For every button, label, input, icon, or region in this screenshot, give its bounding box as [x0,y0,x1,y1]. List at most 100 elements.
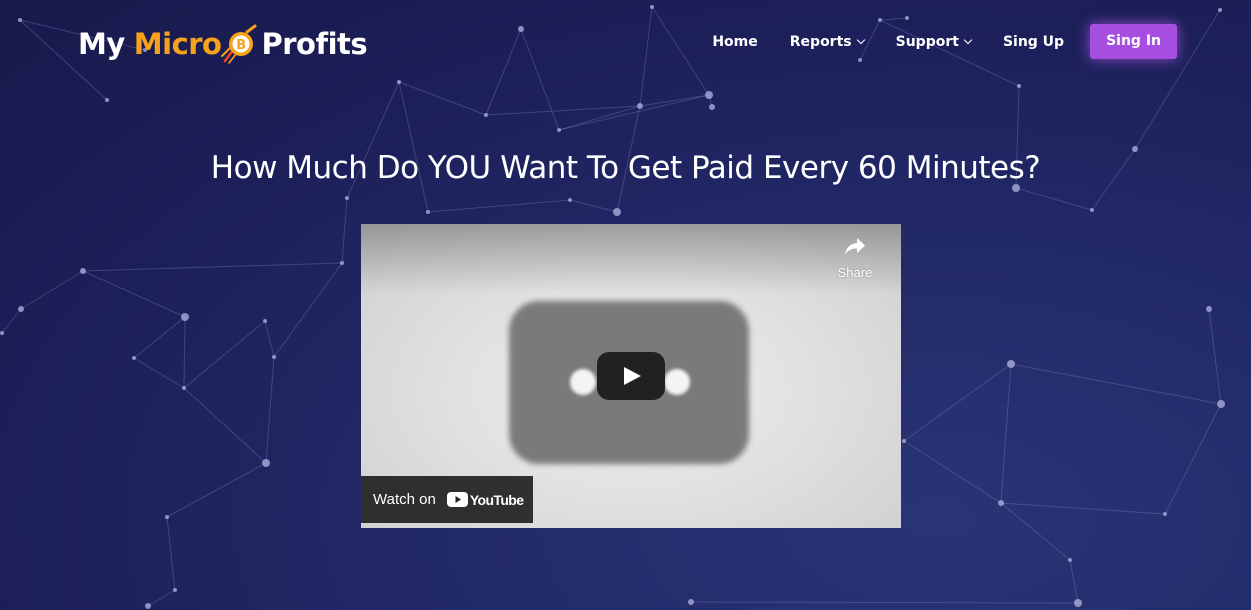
network-line [569,199,618,213]
network-node [426,210,430,214]
network-line [485,105,641,116]
network-node [173,588,177,592]
share-button[interactable]: Share [825,236,885,280]
logo-word-micro: Micro [133,27,222,61]
youtube-video-embed[interactable]: Share Watch on YouTube [361,224,901,528]
nav-home-label: Home [712,33,758,50]
network-line [639,94,710,107]
network-node [1017,84,1021,88]
network-node [878,18,882,22]
network-line [520,28,560,131]
network-line [485,28,522,116]
network-node [165,515,169,519]
network-line [903,363,1012,442]
network-node [650,5,654,9]
network-node [905,16,909,20]
youtube-play-icon [446,492,468,507]
network-node [1218,8,1222,12]
network-node [263,319,267,323]
network-node [484,113,488,117]
network-node [557,128,561,132]
network-line [398,81,429,213]
nav-signup[interactable]: Sing Up [1003,34,1064,50]
nav-signup-label: Sing Up [1002,33,1065,50]
network-line [183,387,267,464]
network-node [132,356,136,360]
network-node [1217,400,1225,408]
network-line [133,316,186,359]
network-line [651,6,710,96]
chevron-down-icon [856,35,865,45]
network-line [1000,502,1166,515]
nav-reports[interactable]: Reports [789,33,865,50]
network-line [1015,187,1093,211]
network-node [0,331,4,335]
page-headline: How Much Do YOU Want To Get Paid Every 6… [210,150,1041,186]
network-line [1010,363,1222,405]
network-node [345,196,349,200]
network-node [518,26,524,32]
video-thumbnail-dot [570,369,596,395]
network-node [1163,512,1167,516]
network-node [1007,360,1015,368]
youtube-logo: YouTube [446,491,524,508]
network-node [1074,599,1082,607]
network-line [133,357,185,389]
network-node [902,439,906,443]
bitcoin-rocket-coin-icon: B [219,24,259,64]
network-node [18,306,24,312]
network-line [183,320,266,389]
chevron-down-icon [963,35,973,45]
watch-on-youtube-button[interactable]: Watch on YouTube [361,476,533,523]
network-line [82,270,186,318]
network-node [637,103,643,109]
main-nav: Home Reports Support Sing Up Sing In [712,24,1177,59]
network-line [341,197,348,264]
network-node [705,91,713,99]
network-node [145,603,151,609]
network-node [688,599,694,605]
logo-word-my: My [78,27,125,61]
network-line [1,308,22,334]
network-node [568,198,572,202]
network-line [166,516,176,591]
network-node [613,208,621,216]
network-line [1000,502,1071,561]
network-node [1068,558,1072,562]
share-arrow-icon [845,238,865,255]
network-node [262,459,270,467]
network-node [397,80,401,84]
network-line [264,320,275,358]
network-line [183,316,186,389]
network-node [18,18,22,22]
network-line [20,270,84,310]
nav-home[interactable]: Home [712,34,757,50]
network-line [265,356,275,464]
network-line [273,262,343,358]
play-icon[interactable] [597,352,665,400]
share-label: Share [837,265,873,280]
network-node [709,104,715,110]
network-line [1164,403,1222,515]
nav-support[interactable]: Support [895,33,973,50]
nav-support-label: Support [895,33,959,50]
svg-text:B: B [237,38,246,53]
network-node [1090,208,1094,212]
network-node [272,355,276,359]
network-line [558,94,710,131]
network-line [903,440,1002,504]
logo-word-profits: Profits [261,27,368,61]
network-line [1000,363,1012,504]
network-line [147,589,176,607]
nav-reports-label: Reports [789,33,852,50]
network-node [182,386,186,390]
youtube-wordmark: YouTube [469,491,524,508]
network-line [166,462,267,518]
network-line [639,6,653,107]
network-line [1069,559,1079,604]
site-logo[interactable]: My Micro B Profits [78,24,368,64]
network-line [690,601,1079,604]
network-node [1206,306,1212,312]
watch-on-label: Watch on [373,491,436,508]
sign-in-button[interactable]: Sing In [1090,24,1177,59]
